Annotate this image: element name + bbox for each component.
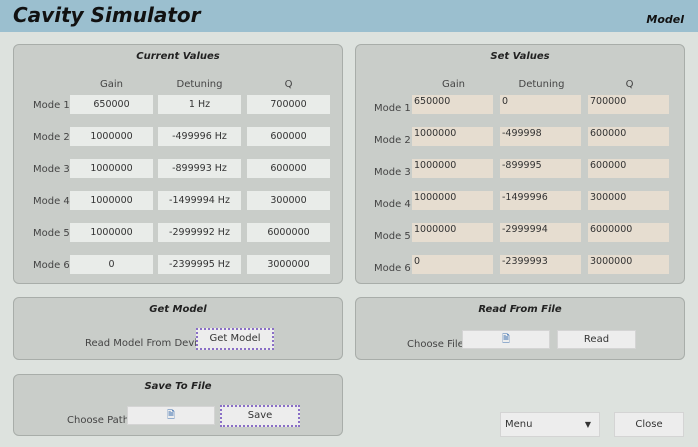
set-gain-field[interactable]: 1000000 <box>412 159 493 178</box>
current-q-field: 600000 <box>247 127 330 146</box>
mode-label: Mode 2 <box>33 132 70 143</box>
read-from-file-title: Read From File <box>478 304 562 315</box>
set-gain-field[interactable]: 0 <box>412 255 493 274</box>
set-gain-field[interactable]: 1000000 <box>412 127 493 146</box>
chevron-down-icon: ▼ <box>584 420 591 429</box>
set-detuning-field[interactable]: -499998 <box>500 127 581 146</box>
get-model-panel: Get Model Read Model From Device Get Mod… <box>13 297 343 360</box>
current-gain-field: 1000000 <box>70 159 153 178</box>
save-button[interactable]: Save <box>220 405 300 427</box>
current-q-field: 700000 <box>247 95 330 114</box>
column-header-q: Q <box>625 79 634 90</box>
mode-label: Mode 5 <box>33 228 70 239</box>
current-gain-field: 1000000 <box>70 223 153 242</box>
set-q-field[interactable]: 300000 <box>588 191 669 210</box>
menu-dropdown[interactable]: Menu ▼ <box>500 412 600 437</box>
current-q-field: 600000 <box>247 159 330 178</box>
current-detuning-field: -1499994 Hz <box>158 191 241 210</box>
set-q-field[interactable]: 700000 <box>588 95 669 114</box>
read-model-label: Read Model From Device <box>85 338 209 349</box>
read-from-file-panel: Read From File Choose File 🗎 Read <box>355 297 685 360</box>
file-icon: 🗎 <box>166 410 176 421</box>
column-header-q: Q <box>284 79 293 90</box>
mode-label: Mode 4 <box>33 196 70 207</box>
close-button[interactable]: Close <box>614 412 684 437</box>
file-icon: 🗎 <box>501 334 511 345</box>
set-gain-field[interactable]: 650000 <box>412 95 493 114</box>
column-header-gain: Gain <box>100 79 123 90</box>
current-gain-field: 1000000 <box>70 191 153 210</box>
choose-path-button[interactable]: 🗎 <box>127 406 215 425</box>
mode-label: Mode 6 <box>33 260 70 271</box>
current-values-panel: Current Values Gain Detuning Q Mode 1 650000… <box>13 44 343 284</box>
current-detuning-field: -899993 Hz <box>158 159 241 178</box>
set-gain-field[interactable]: 1000000 <box>412 191 493 210</box>
mode-label: Mode 3 <box>374 167 411 178</box>
get-model-button[interactable]: Get Model <box>196 328 274 350</box>
set-values-title: Set Values <box>490 51 550 62</box>
current-detuning-field: -2399995 Hz <box>158 255 241 274</box>
mode-label: Mode 2 <box>374 135 411 146</box>
set-detuning-field[interactable]: 0 <box>500 95 581 114</box>
current-q-field: 300000 <box>247 191 330 210</box>
header-bar: Cavity Simulator Model <box>0 0 698 32</box>
set-q-field[interactable]: 3000000 <box>588 255 669 274</box>
mode-label: Mode 3 <box>33 164 70 175</box>
current-q-field: 3000000 <box>247 255 330 274</box>
get-model-title: Get Model <box>149 304 207 315</box>
current-detuning-field: -2999992 Hz <box>158 223 241 242</box>
choose-file-button[interactable]: 🗎 <box>462 330 550 349</box>
set-gain-field[interactable]: 1000000 <box>412 223 493 242</box>
mode-label: Mode 5 <box>374 231 411 242</box>
current-gain-field: 1000000 <box>70 127 153 146</box>
current-gain-field: 0 <box>70 255 153 274</box>
current-values-title: Current Values <box>136 51 220 62</box>
set-q-field[interactable]: 6000000 <box>588 223 669 242</box>
current-gain-field: 650000 <box>70 95 153 114</box>
set-detuning-field[interactable]: -2999994 <box>500 223 581 242</box>
current-q-field: 6000000 <box>247 223 330 242</box>
set-detuning-field[interactable]: -899995 <box>500 159 581 178</box>
app-title: Cavity Simulator <box>13 3 201 27</box>
mode-label: Mode 6 <box>374 263 411 274</box>
set-detuning-field[interactable]: -2399993 <box>500 255 581 274</box>
column-header-detuning: Detuning <box>518 79 565 90</box>
read-button[interactable]: Read <box>557 330 636 349</box>
choose-file-label: Choose File <box>407 339 464 350</box>
set-q-field[interactable]: 600000 <box>588 127 669 146</box>
model-label: Model <box>646 13 684 26</box>
set-detuning-field[interactable]: -1499996 <box>500 191 581 210</box>
mode-label: Mode 4 <box>374 199 411 210</box>
mode-label: Mode 1 <box>374 103 411 114</box>
save-to-file-panel: Save To File Choose Path 🗎 Save <box>13 374 343 436</box>
set-q-field[interactable]: 600000 <box>588 159 669 178</box>
set-values-panel: Set Values Gain Detuning Q Mode 1 650000 0 700… <box>355 44 685 284</box>
save-to-file-title: Save To File <box>144 381 212 392</box>
current-detuning-field: -499996 Hz <box>158 127 241 146</box>
column-header-gain: Gain <box>442 79 465 90</box>
column-header-detuning: Detuning <box>176 79 223 90</box>
current-detuning-field: 1 Hz <box>158 95 241 114</box>
choose-path-label: Choose Path <box>67 415 130 426</box>
menu-label: Menu <box>505 419 533 430</box>
mode-label: Mode 1 <box>33 100 70 111</box>
